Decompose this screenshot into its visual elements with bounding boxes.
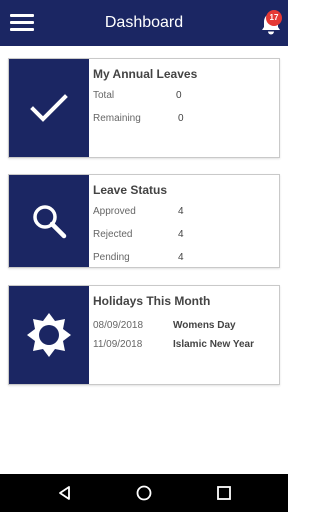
card-title: Holidays This Month [93,294,211,308]
card-title: My Annual Leaves [93,67,198,81]
rejected-value: 4 [178,229,184,240]
notification-badge: 17 [266,10,282,26]
remaining-label: Remaining [93,113,141,124]
card-title: Leave Status [93,183,168,197]
search-icon [33,205,67,239]
leave-status-icon-panel [9,175,89,267]
holidays-card[interactable]: Holidays This Month 08/09/2018 Womens Da… [8,285,280,385]
total-value: 0 [176,90,182,101]
approved-value: 4 [178,206,184,217]
checkmark-icon [30,94,68,122]
holiday-name: Islamic New Year [173,339,254,350]
sun-icon [27,313,71,357]
system-navigation-bar [0,474,288,512]
holiday-name: Womens Day [173,320,236,331]
pending-label: Pending [93,252,130,263]
total-label: Total [93,90,115,101]
approved-label: Approved [93,206,136,217]
page-title: Dashboard [104,14,184,31]
holidays-icon-panel [9,286,89,384]
back-triangle-icon[interactable] [56,484,74,502]
top-app-bar: Dashboard 17 [0,0,288,46]
pending-value: 4 [178,252,184,263]
dashboard-screen: Dashboard 17 My Annual Leaves Total 0 Re… [0,0,288,512]
home-circle-icon[interactable] [135,484,153,502]
recents-square-icon[interactable] [215,484,233,502]
annual-leaves-card[interactable]: My Annual Leaves Total 0 Remaining 0 [8,58,280,158]
holiday-date: 08/09/2018 [93,320,144,331]
rejected-label: Rejected [93,229,133,240]
annual-leaves-icon-panel [9,59,89,157]
remaining-value: 0 [178,113,184,124]
holiday-date: 11/09/2018 [93,339,143,350]
leave-status-card[interactable]: Leave Status Approved 4 Rejected 4 Pendi… [8,174,280,268]
